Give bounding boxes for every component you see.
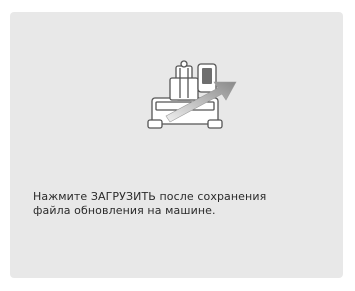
message-line-1: Нажмите ЗАГРУЗИТЬ после сохранения	[33, 190, 267, 203]
usb-device-icon	[197, 63, 217, 93]
illustration	[146, 54, 242, 134]
update-screen: Нажмите ЗАГРУЗИТЬ после сохранения файла…	[10, 12, 343, 278]
instruction-message: Нажмите ЗАГРУЗИТЬ после сохранения файла…	[33, 190, 323, 218]
message-line-2: файла обновления на машине.	[33, 204, 216, 217]
machine-update-icon	[147, 60, 237, 129]
